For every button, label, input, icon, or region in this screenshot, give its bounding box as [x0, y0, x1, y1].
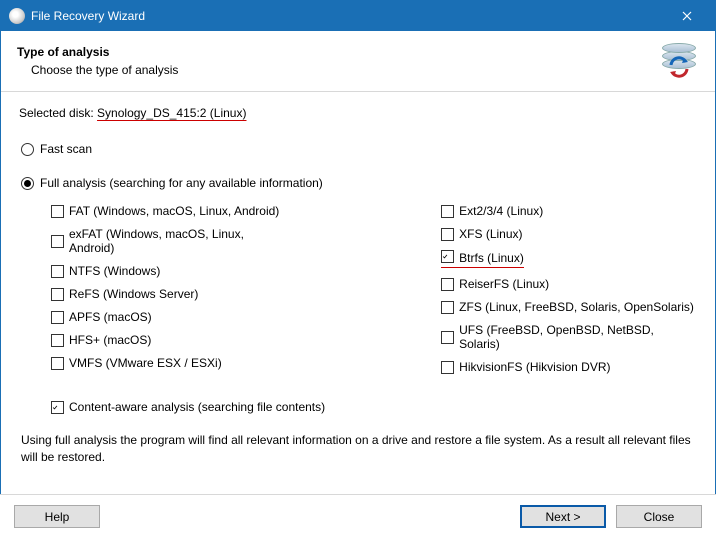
checkbox-fs-right-3[interactable]: ReiserFS (Linux)	[441, 277, 697, 291]
selected-disk-label: Selected disk:	[19, 106, 97, 120]
checkbox-fs-right-2[interactable]: Btrfs (Linux)	[441, 250, 697, 268]
checkbox-fs-left-1[interactable]: exFAT (Windows, macOS, Linux, Android)	[51, 227, 291, 255]
checkbox-fs-left-6[interactable]: VMFS (VMware ESX / ESXi)	[51, 356, 291, 370]
app-icon	[9, 8, 25, 24]
checkbox-label: VMFS (VMware ESX / ESXi)	[69, 356, 222, 370]
checkbox-fs-right-6[interactable]: HikvisionFS (Hikvision DVR)	[441, 360, 697, 374]
checkbox-icon	[441, 361, 454, 374]
checkbox-label: XFS (Linux)	[459, 227, 522, 241]
radio-fast-scan[interactable]: Fast scan	[21, 142, 697, 156]
checkbox-fs-left-3[interactable]: ReFS (Windows Server)	[51, 287, 291, 301]
checkbox-label: exFAT (Windows, macOS, Linux, Android)	[69, 227, 291, 255]
wizard-header: Type of analysis Choose the type of anal…	[1, 31, 715, 92]
wizard-body: Selected disk: Synology_DS_415:2 (Linux)…	[1, 92, 715, 476]
checkbox-icon	[51, 311, 64, 324]
checkbox-label: Btrfs (Linux)	[459, 251, 524, 265]
checkbox-label: NTFS (Windows)	[69, 264, 160, 278]
checkbox-icon	[441, 250, 454, 263]
next-button[interactable]: Next >	[520, 505, 606, 528]
checkbox-label: APFS (macOS)	[69, 310, 152, 324]
close-button[interactable]: Close	[616, 505, 702, 528]
checkbox-label: HFS+ (macOS)	[69, 333, 151, 347]
checkbox-icon	[51, 357, 64, 370]
page-heading: Type of analysis	[17, 45, 659, 59]
checkbox-label: ZFS (Linux, FreeBSD, Solaris, OpenSolari…	[459, 300, 694, 314]
checkbox-fs-left-0[interactable]: FAT (Windows, macOS, Linux, Android)	[51, 204, 291, 218]
checkbox-icon	[441, 228, 454, 241]
checkbox-icon	[51, 265, 64, 278]
recovery-icon	[659, 41, 699, 81]
radio-label: Full analysis (searching for any availab…	[40, 176, 323, 190]
checkbox-fs-right-5[interactable]: UFS (FreeBSD, OpenBSD, NetBSD, Solaris)	[441, 323, 697, 351]
page-subheading: Choose the type of analysis	[31, 63, 659, 77]
checkbox-icon	[51, 334, 64, 347]
checkbox-fs-left-5[interactable]: HFS+ (macOS)	[51, 333, 291, 347]
checkbox-label: ReiserFS (Linux)	[459, 277, 549, 291]
radio-label: Fast scan	[40, 142, 92, 156]
checkbox-fs-right-4[interactable]: ZFS (Linux, FreeBSD, Solaris, OpenSolari…	[441, 300, 697, 314]
radio-icon	[21, 143, 34, 156]
selected-disk-line: Selected disk: Synology_DS_415:2 (Linux)	[19, 106, 697, 120]
checkbox-fs-right-1[interactable]: XFS (Linux)	[441, 227, 697, 241]
checkbox-icon	[51, 401, 64, 414]
radio-icon	[21, 177, 34, 190]
checkbox-icon	[441, 331, 454, 344]
selected-disk-value: Synology_DS_415:2 (Linux)	[97, 106, 246, 120]
checkbox-icon	[441, 301, 454, 314]
checkbox-icon	[51, 288, 64, 301]
checkbox-fs-left-2[interactable]: NTFS (Windows)	[51, 264, 291, 278]
checkbox-icon	[441, 278, 454, 291]
help-button[interactable]: Help	[14, 505, 100, 528]
checkbox-label: FAT (Windows, macOS, Linux, Android)	[69, 204, 279, 218]
checkbox-icon	[441, 205, 454, 218]
checkbox-content-aware[interactable]: Content-aware analysis (searching file c…	[51, 400, 697, 414]
window-title: File Recovery Wizard	[31, 9, 664, 23]
checkbox-fs-right-0[interactable]: Ext2/3/4 (Linux)	[441, 204, 697, 218]
checkbox-icon	[51, 205, 64, 218]
wizard-footer: Help Next > Close	[0, 494, 716, 538]
checkbox-fs-left-4[interactable]: APFS (macOS)	[51, 310, 291, 324]
checkbox-icon	[51, 235, 64, 248]
checkbox-label: Content-aware analysis (searching file c…	[69, 400, 325, 414]
analysis-description: Using full analysis the program will fin…	[19, 432, 697, 466]
checkbox-label: HikvisionFS (Hikvision DVR)	[459, 360, 610, 374]
titlebar: File Recovery Wizard	[1, 1, 715, 31]
close-icon[interactable]	[664, 1, 709, 31]
checkbox-label: Ext2/3/4 (Linux)	[459, 204, 543, 218]
filesystem-options: FAT (Windows, macOS, Linux, Android) exFA…	[51, 204, 697, 374]
checkbox-label: ReFS (Windows Server)	[69, 287, 198, 301]
radio-full-analysis[interactable]: Full analysis (searching for any availab…	[21, 176, 697, 190]
checkbox-label: UFS (FreeBSD, OpenBSD, NetBSD, Solaris)	[459, 323, 697, 351]
